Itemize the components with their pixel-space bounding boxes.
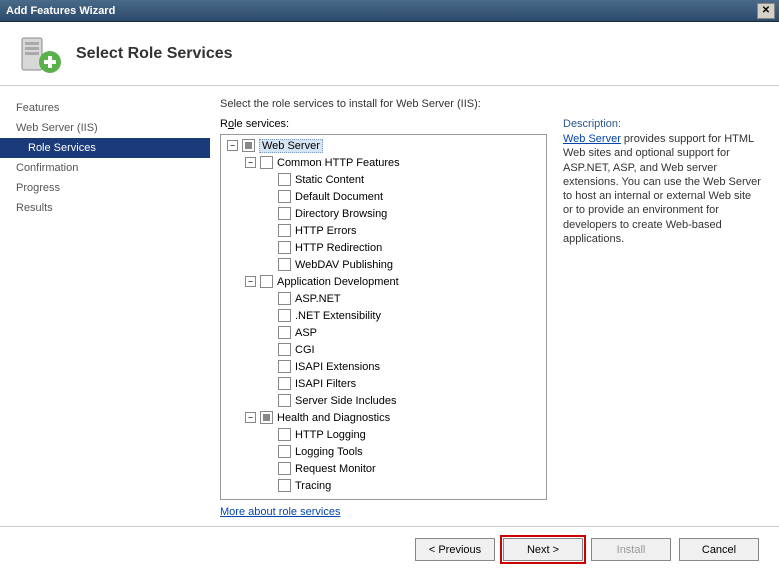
- step-role-services[interactable]: Role Services: [0, 138, 210, 158]
- cancel-button[interactable]: Cancel: [679, 538, 759, 561]
- collapse-icon[interactable]: −: [227, 140, 238, 151]
- title-bar: Add Features Wizard ✕: [0, 0, 779, 22]
- checkbox[interactable]: [278, 207, 291, 220]
- tree-item-label: WebDAV Publishing: [295, 259, 393, 271]
- collapse-icon[interactable]: −: [245, 157, 256, 168]
- checkbox[interactable]: [278, 326, 291, 339]
- step-progress[interactable]: Progress: [0, 178, 210, 198]
- tree-item-label: Request Monitor: [295, 463, 376, 475]
- tree-item-label: ISAPI Filters: [295, 378, 356, 390]
- wizard-header: Select Role Services: [0, 22, 779, 86]
- tree-item[interactable]: Tracing: [223, 477, 544, 494]
- tree-item[interactable]: .NET Extensibility: [223, 307, 544, 324]
- tree-item[interactable]: ASP.NET: [223, 290, 544, 307]
- tree-item[interactable]: HTTP Errors: [223, 222, 544, 239]
- wizard-footer: < Previous Next > Install Cancel: [0, 526, 779, 572]
- tree-item-label: Tracing: [295, 480, 331, 492]
- tree-item-label: Directory Browsing: [295, 208, 387, 220]
- checkbox[interactable]: [278, 173, 291, 186]
- checkbox[interactable]: [278, 428, 291, 441]
- tree-item-label: CGI: [295, 344, 315, 356]
- more-about-link[interactable]: More about role services: [220, 506, 547, 518]
- tree-item[interactable]: ISAPI Filters: [223, 375, 544, 392]
- description-label: Description:: [563, 118, 763, 130]
- description-link[interactable]: Web Server: [563, 133, 621, 145]
- checkbox[interactable]: [278, 479, 291, 492]
- checkbox[interactable]: [260, 275, 273, 288]
- checkbox[interactable]: [278, 258, 291, 271]
- tree-item[interactable]: − Common HTTP Features: [223, 154, 544, 171]
- collapse-icon[interactable]: −: [245, 276, 256, 287]
- step-results[interactable]: Results: [0, 198, 210, 218]
- tree-item-label: HTTP Errors: [295, 225, 357, 237]
- tree-item-label: Application Development: [277, 276, 399, 288]
- tree-item-label: Logging Tools: [295, 446, 363, 458]
- tree-item-label: Server Side Includes: [295, 395, 397, 407]
- step-confirmation[interactable]: Confirmation: [0, 158, 210, 178]
- tree-item[interactable]: Request Monitor: [223, 460, 544, 477]
- window-title: Add Features Wizard: [4, 5, 757, 17]
- tree-item-label: ISAPI Extensions: [295, 361, 380, 373]
- tree-item-label: ASP.NET: [295, 293, 341, 305]
- step-features[interactable]: Features: [0, 98, 210, 118]
- next-button[interactable]: Next >: [503, 538, 583, 561]
- collapse-icon[interactable]: −: [245, 412, 256, 423]
- tree-item-label: HTTP Redirection: [295, 242, 382, 254]
- tree-item[interactable]: ISAPI Extensions: [223, 358, 544, 375]
- checkbox[interactable]: [278, 190, 291, 203]
- tree-item[interactable]: HTTP Redirection: [223, 239, 544, 256]
- tree-item[interactable]: WebDAV Publishing: [223, 256, 544, 273]
- tree-item-label: ASP: [295, 327, 317, 339]
- checkbox[interactable]: [278, 445, 291, 458]
- tree-item[interactable]: Logging Tools: [223, 443, 544, 460]
- wizard-steps-sidebar: FeaturesWeb Server (IIS)Role ServicesCon…: [0, 86, 210, 526]
- tree-item[interactable]: CGI: [223, 341, 544, 358]
- checkbox[interactable]: [242, 139, 255, 152]
- page-title: Select Role Services: [76, 45, 233, 63]
- checkbox[interactable]: [278, 292, 291, 305]
- install-button: Install: [591, 538, 671, 561]
- tree-item-label: HTTP Logging: [295, 429, 366, 441]
- checkbox[interactable]: [278, 309, 291, 322]
- tree-item[interactable]: Static Content: [223, 171, 544, 188]
- server-icon: [16, 30, 64, 78]
- close-button[interactable]: ✕: [757, 3, 775, 19]
- checkbox[interactable]: [278, 241, 291, 254]
- checkbox[interactable]: [278, 343, 291, 356]
- tree-item-label: Default Document: [295, 191, 383, 203]
- checkbox[interactable]: [278, 394, 291, 407]
- step-web-server-iis-[interactable]: Web Server (IIS): [0, 118, 210, 138]
- checkbox[interactable]: [278, 462, 291, 475]
- checkbox[interactable]: [278, 224, 291, 237]
- tree-item[interactable]: − Web Server: [223, 137, 544, 154]
- checkbox[interactable]: [260, 411, 273, 424]
- tree-item[interactable]: − Application Development: [223, 273, 544, 290]
- tree-scroll[interactable]: −Web Server−Common HTTP FeaturesStatic C…: [221, 135, 546, 499]
- checkbox[interactable]: [260, 156, 273, 169]
- instruction-text: Select the role services to install for …: [220, 98, 763, 110]
- tree-item[interactable]: − Health and Diagnostics: [223, 409, 544, 426]
- tree-item-label: .NET Extensibility: [295, 310, 381, 322]
- tree-label: Role services:: [220, 118, 547, 130]
- tree-item[interactable]: Directory Browsing: [223, 205, 544, 222]
- previous-button[interactable]: < Previous: [415, 538, 495, 561]
- tree-item[interactable]: ASP: [223, 324, 544, 341]
- tree-item[interactable]: HTTP Logging: [223, 426, 544, 443]
- tree-item[interactable]: Server Side Includes: [223, 392, 544, 409]
- tree-item[interactable]: Default Document: [223, 188, 544, 205]
- role-services-tree: −Web Server−Common HTTP FeaturesStatic C…: [220, 134, 547, 500]
- checkbox[interactable]: [278, 377, 291, 390]
- tree-item-label: Web Server: [259, 139, 323, 153]
- tree-item-label: Static Content: [295, 174, 364, 186]
- tree-item-label: Common HTTP Features: [277, 157, 400, 169]
- tree-item-label: Health and Diagnostics: [277, 412, 390, 424]
- checkbox[interactable]: [278, 360, 291, 373]
- description-text: Web Server provides support for HTML Web…: [563, 132, 763, 246]
